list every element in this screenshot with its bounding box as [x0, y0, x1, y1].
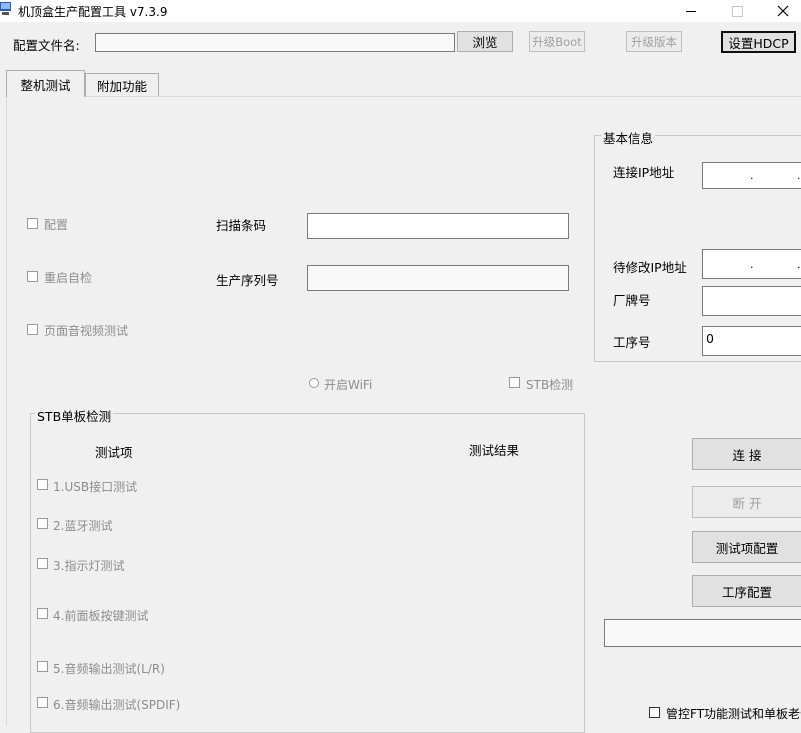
tab-extra-functions[interactable]: 附加功能: [85, 73, 159, 96]
minimize-icon: [686, 10, 696, 12]
ft-control-checkbox[interactable]: [649, 707, 660, 718]
status-field: [604, 619, 801, 647]
close-button[interactable]: [763, 0, 801, 22]
upgrade-boot-button: 升级Boot: [529, 31, 585, 52]
connect-button[interactable]: 连 接: [692, 438, 801, 470]
serial-label: 生产序列号: [216, 273, 279, 288]
serial-input: [307, 265, 569, 291]
wifi-radio: [309, 378, 319, 388]
test-result-header: 测试结果: [469, 443, 520, 458]
disconnect-button: 断 开: [692, 486, 801, 518]
front-panel-test-checkbox: [37, 608, 48, 619]
av-test-checkbox: [27, 324, 38, 335]
close-icon: [777, 5, 789, 17]
config-file-label: 配置文件名:: [13, 38, 80, 53]
upgrade-version-button: 升级版本: [626, 31, 682, 52]
scan-barcode-input[interactable]: [307, 213, 569, 239]
restart-checkbox: [27, 271, 38, 282]
process-config-button[interactable]: 工序配置: [692, 575, 801, 607]
ft-control-label: 管控FT功能测试和单板老化: [666, 707, 801, 721]
stb-board-legend: STB单板检测: [35, 406, 114, 425]
config-checkbox: [27, 218, 38, 229]
title-bar: 机顶盒生产配置工具 v7.3.9: [0, 0, 801, 22]
scan-barcode-label: 扫描条码: [216, 218, 267, 233]
vendor-input[interactable]: [702, 286, 801, 316]
stb-check-label: STB检测: [526, 378, 574, 392]
front-panel-test-label: 4.前面板按键测试: [53, 609, 149, 623]
indicator-test-checkbox: [37, 558, 48, 569]
set-hdcp-button[interactable]: 设置HDCP: [721, 31, 796, 53]
indicator-test-label: 3.指示灯测试: [53, 559, 125, 573]
browse-button[interactable]: 浏览: [457, 31, 513, 52]
stb-check-checkbox: [509, 377, 520, 388]
tab-whole-test[interactable]: 整机测试: [6, 70, 85, 97]
modify-ip-label: 待修改IP地址: [613, 260, 687, 275]
maximize-icon: [731, 5, 743, 17]
restart-checkbox-label: 重启自检: [44, 271, 93, 285]
audio-spdif-test-label: 6.音频输出测试(SPDIF): [53, 698, 181, 712]
av-test-checkbox-label: 页面音视频测试: [44, 324, 129, 338]
minimize-button[interactable]: [671, 0, 711, 22]
app-icon: [0, 2, 11, 16]
audio-spdif-test-checkbox: [37, 697, 48, 708]
audio-lr-test-checkbox: [37, 661, 48, 672]
maximize-button: [717, 0, 757, 22]
config-file-input[interactable]: [95, 33, 455, 52]
bluetooth-test-checkbox: [37, 518, 48, 529]
test-item-header: 测试项: [95, 445, 133, 460]
connect-ip-label: 连接IP地址: [613, 165, 675, 180]
audio-lr-test-label: 5.音频输出测试(L/R): [53, 662, 165, 676]
wifi-radio-label: 开启WiFi: [324, 378, 373, 392]
usb-test-label: 1.USB接口测试: [53, 480, 138, 494]
vendor-label: 厂牌号: [613, 293, 651, 308]
bluetooth-test-label: 2.蓝牙测试: [53, 519, 113, 533]
config-checkbox-label: 配置: [44, 218, 69, 232]
connect-ip-input[interactable]: ..: [702, 162, 801, 189]
modify-ip-input[interactable]: ..: [702, 249, 801, 279]
usb-test-checkbox: [37, 479, 48, 490]
basic-info-legend: 基本信息: [601, 128, 656, 147]
window-title: 机顶盒生产配置工具 v7.3.9: [18, 5, 168, 19]
test-item-config-button[interactable]: 测试项配置: [692, 531, 801, 563]
process-label: 工序号: [613, 335, 651, 350]
process-input[interactable]: 0: [702, 326, 801, 356]
